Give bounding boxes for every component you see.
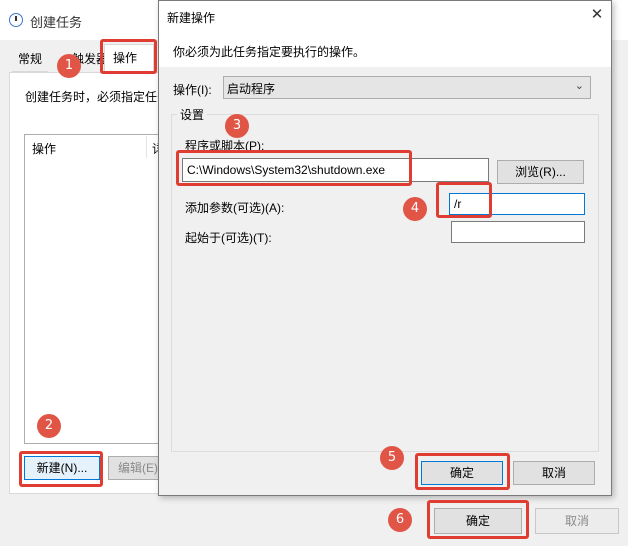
action-select-value: 启动程序	[227, 82, 276, 96]
highlight-arguments-input	[436, 182, 492, 218]
highlight-dialog-ok	[415, 453, 510, 490]
task-scheduler-clock-icon	[9, 13, 23, 27]
tab-general[interactable]: 常规	[12, 46, 49, 72]
highlight-program-input	[176, 150, 412, 186]
highlight-new-button	[19, 451, 103, 487]
column-divider	[146, 136, 147, 158]
chevron-down-icon: ⌄	[574, 80, 584, 92]
action-label: 操作(I):	[173, 83, 212, 97]
start-in-label: 起始于(可选)(T):	[185, 231, 272, 245]
close-icon[interactable]: ✕	[587, 5, 607, 25]
new-action-dialog: 新建操作 ✕ 你必须为此任务指定要执行的操作。 操作(I): 启动程序 ⌄ 设置…	[158, 0, 612, 496]
start-in-input[interactable]	[451, 221, 585, 243]
create-task-cancel-button[interactable]: 取消	[535, 508, 619, 534]
highlight-actions-tab	[100, 39, 157, 74]
column-header-action[interactable]: 操作	[32, 140, 56, 157]
window-title: 创建任务	[30, 15, 83, 30]
browse-button[interactable]: 浏览(R)...	[497, 160, 584, 184]
action-select[interactable]: 启动程序 ⌄	[223, 76, 591, 99]
step-marker-1: 1	[57, 54, 81, 78]
step-marker-6: 6	[388, 508, 412, 532]
highlight-task-ok	[427, 500, 529, 539]
arguments-label: 添加参数(可选)(A):	[185, 201, 285, 215]
dialog-instruction: 你必须为此任务指定要执行的操作。	[173, 45, 366, 59]
dialog-cancel-button[interactable]: 取消	[513, 461, 595, 485]
step-marker-4: 4	[403, 197, 427, 221]
step-marker-2: 2	[37, 414, 61, 438]
actions-description: 创建任务时，必须指定任务	[25, 90, 160, 104]
step-marker-5: 5	[380, 446, 404, 470]
settings-legend: 设置	[177, 106, 208, 123]
step-marker-3: 3	[225, 114, 249, 138]
dialog-title: 新建操作	[167, 11, 216, 25]
dialog-titlebar: 新建操作 ✕	[159, 1, 611, 31]
actions-list[interactable]	[24, 134, 164, 444]
